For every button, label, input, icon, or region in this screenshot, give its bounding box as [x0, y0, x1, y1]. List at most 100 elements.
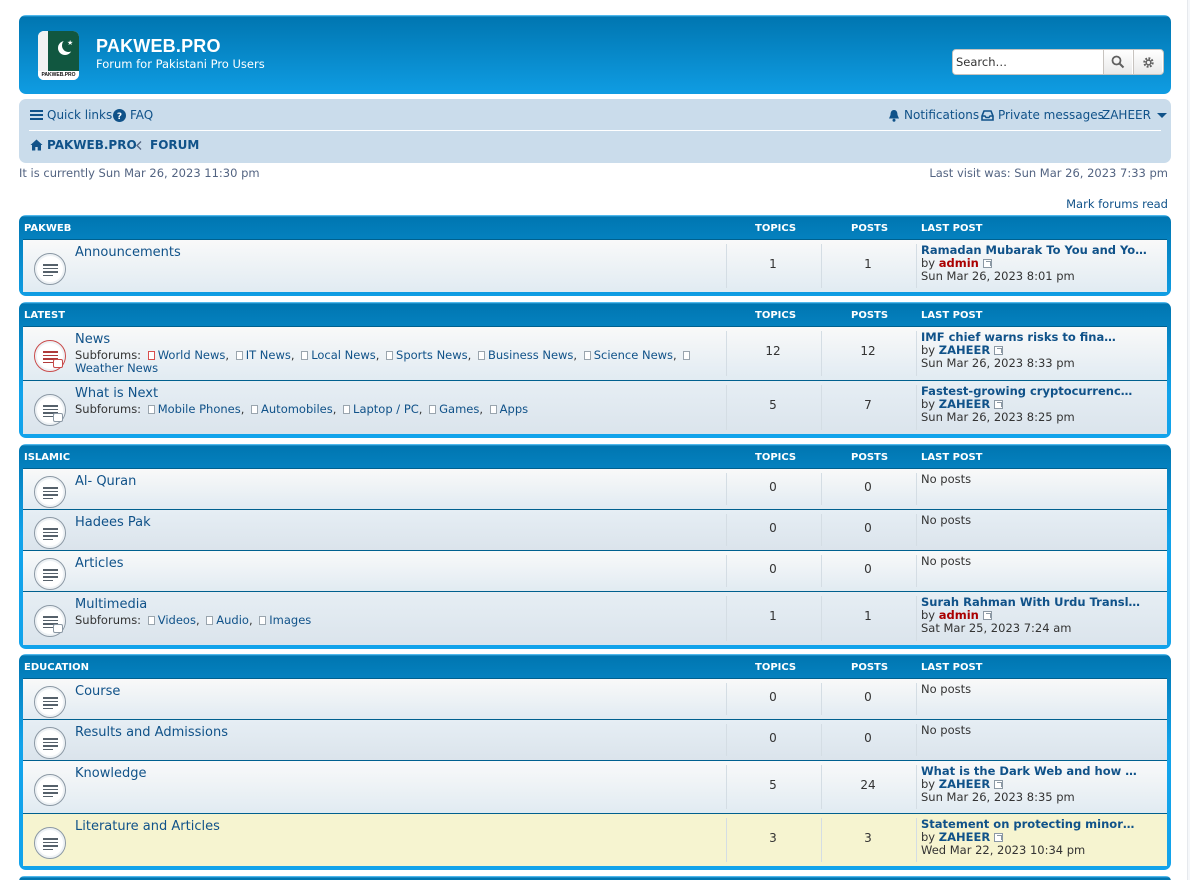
post-count: 0 [864, 690, 872, 704]
quick-links-menu[interactable]: Quick links [30, 108, 112, 122]
subforum-link[interactable]: Local News [311, 348, 376, 362]
view-latest-post-icon[interactable] [982, 611, 992, 620]
subforum-link[interactable]: Weather News [75, 361, 158, 375]
topic-count: 3 [769, 831, 777, 845]
last-post-by: by [921, 777, 936, 791]
forum-title[interactable]: Hadees Pak [75, 515, 151, 530]
site-logo[interactable]: ★ PAKWEB.PRO [38, 31, 79, 80]
forum-title[interactable]: What is Next [75, 386, 158, 401]
last-post-date: Wed Mar 22, 2023 10:34 pm [921, 843, 1086, 857]
notifications-label: Notifications [904, 108, 980, 122]
view-latest-post-icon[interactable] [994, 833, 1004, 842]
subforum-link[interactable]: Apps [500, 402, 528, 416]
last-post-author[interactable]: ZAHEER [939, 830, 990, 844]
forum-title[interactable]: Announcements [75, 245, 181, 260]
notifications-link[interactable]: Notifications [888, 108, 979, 122]
search-button[interactable] [1103, 50, 1132, 74]
forum-status-icon [34, 827, 66, 859]
private-messages-label: Private messages [998, 108, 1104, 122]
forum-row: Literature and Articles 3 3 Statement on pr… [23, 813, 1167, 866]
column-posts: POSTS [851, 452, 889, 463]
breadcrumb-forum-label: FORUM [150, 138, 200, 152]
topic-count: 0 [769, 731, 777, 745]
last-post: No posts [921, 514, 1161, 527]
bell-icon [889, 109, 899, 122]
subforums-label: Subforums: [75, 613, 142, 627]
subforum-link[interactable]: Audio [216, 613, 249, 627]
last-post: IMF chief warns risks to fina… by ZAHEER S… [921, 331, 1161, 370]
last-post: No posts [921, 473, 1161, 486]
category-title[interactable]: LATEST [24, 310, 65, 321]
inbox-icon [981, 109, 994, 121]
last-post-author[interactable]: ZAHEER [939, 397, 990, 411]
last-post-by: by [921, 256, 936, 270]
category-title[interactable]: EDUCATION [24, 662, 89, 673]
view-latest-post-icon[interactable] [994, 780, 1004, 789]
category-title[interactable]: ISLAMIC [24, 452, 70, 463]
gear-icon [1142, 56, 1154, 68]
subforum-list: Subforums: Videos, Audio, Images [75, 613, 312, 627]
last-post-author[interactable]: admin [939, 608, 979, 622]
category-title[interactable]: PAKWEB [24, 223, 71, 234]
category-islamic: ISLAMIC TOPICS POSTS LAST POST Al- Quran 0 0 No… [19, 444, 1171, 649]
forum-title[interactable]: Multimedia [75, 597, 147, 612]
subforum-link[interactable]: Videos [158, 613, 196, 627]
column-posts: POSTS [851, 310, 889, 321]
subforum-link[interactable]: Science News [594, 348, 673, 362]
private-messages-link[interactable]: Private messages [981, 108, 1104, 122]
forum-status-icon [34, 253, 66, 285]
subforum-link[interactable]: Games [439, 402, 479, 416]
forum-title[interactable]: Articles [75, 556, 123, 571]
forum-status-icon [34, 727, 66, 759]
last-post-author[interactable]: ZAHEER [939, 777, 990, 791]
breadcrumb-forum[interactable]: FORUM [136, 138, 199, 152]
subforum-link[interactable]: Business News [488, 348, 573, 362]
column-posts: POSTS [851, 223, 889, 234]
site-description: Forum for Pakistani Pro Users [96, 57, 265, 71]
subforum-link[interactable]: World News [158, 348, 226, 362]
user-menu[interactable]: ZAHEER [1102, 108, 1167, 122]
view-latest-post-icon[interactable] [982, 259, 992, 268]
post-count: 12 [860, 344, 876, 358]
forum-title[interactable]: Knowledge [75, 766, 146, 781]
forum-title[interactable]: Course [75, 684, 120, 699]
forum-title[interactable]: Literature and Articles [75, 819, 220, 834]
forum-title[interactable]: News [75, 332, 110, 347]
last-post-author[interactable]: ZAHEER [939, 343, 990, 357]
subforum-link[interactable]: Images [269, 613, 311, 627]
forum-row: Hadees Pak 0 0 No posts [23, 509, 1167, 550]
subforum-link[interactable]: Mobile Phones [158, 402, 241, 416]
forum-title[interactable]: Al- Quran [75, 474, 136, 489]
forum-row: Announcements 1 1 Ramadan Mubarak To You an… [23, 239, 1167, 292]
faq-link[interactable]: ? FAQ [113, 108, 153, 122]
subforum-link[interactable]: Automobiles [261, 402, 333, 416]
forum-status-icon [34, 774, 66, 806]
last-post-by: by [921, 397, 936, 411]
column-posts: POSTS [851, 662, 889, 673]
forum-row: What is Next Subforums: Mobile Phones, Au… [23, 380, 1167, 434]
subforum-icon [343, 405, 351, 414]
last-post-author[interactable]: admin [939, 256, 979, 270]
chevron-left-icon [136, 140, 142, 150]
last-post-date: Sun Mar 26, 2023 8:35 pm [921, 790, 1075, 804]
subforum-icon [683, 351, 691, 360]
breadcrumb-home[interactable]: PAKWEB.PRO [30, 138, 137, 152]
subforum-link[interactable]: Laptop / PC [353, 402, 419, 416]
column-last-post: LAST POST [921, 452, 983, 463]
logo-caption: PAKWEB.PRO [38, 71, 79, 80]
forum-status-icon [34, 340, 66, 372]
last-post: Surah Rahman With Urdu Transl… by admin Sa… [921, 596, 1161, 635]
forum-status-icon [34, 605, 66, 637]
subforum-link[interactable]: IT News [246, 348, 291, 362]
search-input[interactable] [953, 50, 1103, 74]
forum-row: News Subforums: World News, IT News, Loca… [23, 326, 1167, 380]
column-last-post: LAST POST [921, 310, 983, 321]
forum-title[interactable]: Results and Admissions [75, 725, 228, 740]
view-latest-post-icon[interactable] [994, 346, 1004, 355]
mark-forums-read-link[interactable]: Mark forums read [1066, 197, 1168, 211]
site-title[interactable]: PAKWEB.PRO [96, 36, 221, 57]
quick-links-label: Quick links [47, 108, 113, 122]
subforum-link[interactable]: Sports News [396, 348, 468, 362]
view-latest-post-icon[interactable] [994, 400, 1004, 409]
advanced-search-button[interactable] [1133, 50, 1162, 74]
